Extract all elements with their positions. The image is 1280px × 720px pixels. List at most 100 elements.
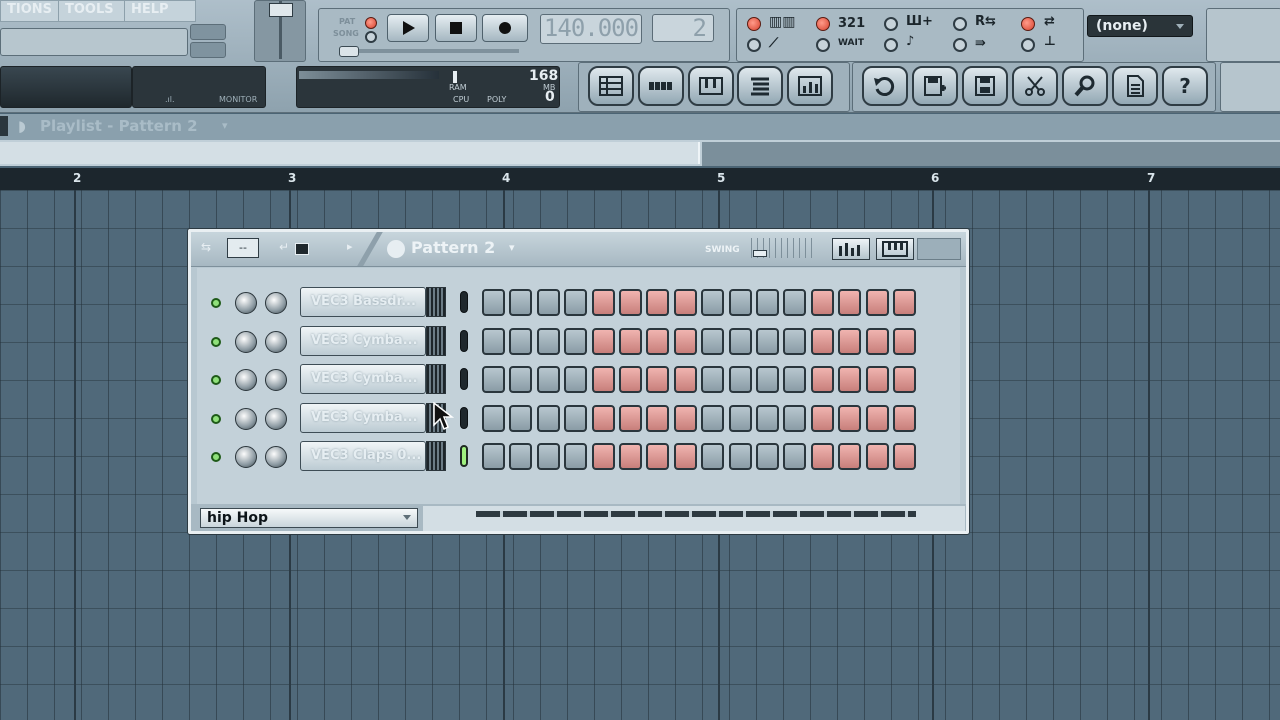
step-scroll-indicator[interactable] [476,511,916,517]
keyboard-view-button[interactable] [876,238,914,260]
step-button[interactable] [865,443,889,470]
step-edit-led[interactable] [884,17,898,31]
step-button[interactable] [536,404,560,432]
expand-arrow-icon[interactable]: ▸ [347,240,353,253]
playlist-scroll-track[interactable] [702,142,1280,166]
channel-volume-knob[interactable] [265,446,287,468]
step-button[interactable] [838,443,862,470]
step-button[interactable] [646,289,670,316]
step-button[interactable] [701,327,725,355]
step-button[interactable] [701,404,725,432]
playlist-menu-arrow[interactable]: ◗ [18,116,26,136]
note-led[interactable] [884,38,898,52]
step-button[interactable] [482,443,505,470]
step-button[interactable] [810,327,834,355]
small-toggle-2[interactable] [190,42,226,58]
overdub-led[interactable] [1021,38,1035,52]
step-button[interactable] [673,327,697,355]
step-button[interactable] [646,404,670,432]
position-handle[interactable] [339,46,359,57]
small-toggle[interactable] [190,24,226,40]
step-sequencer-header[interactable]: ⇆ -- ↵ ▸ Pattern 2 ▾ SWING [191,232,966,267]
tempo-display[interactable]: 140.000 [540,14,642,44]
step-button[interactable] [536,443,560,470]
step-button[interactable] [509,366,533,393]
step-button[interactable] [783,327,807,355]
step-button[interactable] [619,366,642,393]
step-button[interactable] [756,404,779,432]
step-button[interactable] [756,443,779,470]
step-button[interactable] [509,404,533,432]
step-button[interactable] [673,443,697,470]
pattern-number-display[interactable]: 2 [652,14,714,42]
step-button[interactable] [756,289,779,316]
step-button[interactable] [509,327,533,355]
step-button[interactable] [728,366,752,393]
blend-led[interactable] [1021,17,1035,31]
step-button[interactable] [673,404,697,432]
step-button[interactable] [536,327,560,355]
step-button[interactable] [564,443,588,470]
multilink-led[interactable] [953,38,967,52]
step-button[interactable] [783,443,807,470]
step-button[interactable] [756,366,779,393]
channel-volume-knob[interactable] [265,407,287,430]
stop-button[interactable] [435,14,477,42]
menu-options[interactable]: TIONS [0,0,66,22]
channel-volume-knob[interactable] [265,292,287,314]
playlist-ruler[interactable]: 2 3 4 5 6 7 [0,168,1280,190]
step-button[interactable] [509,443,533,470]
stop-small-icon[interactable] [295,243,309,255]
mixer-button[interactable] [787,66,833,106]
save-button[interactable] [962,66,1008,106]
step-button[interactable] [865,289,889,316]
step-button[interactable] [701,289,725,316]
snap-select[interactable]: (none) [1087,15,1193,37]
countdown-led[interactable] [816,17,830,31]
help-button[interactable]: ? [1162,66,1208,106]
step-button[interactable] [728,443,752,470]
graph-view-button[interactable] [832,238,870,260]
step-button[interactable] [810,366,834,393]
channel-mute-led[interactable] [211,375,221,385]
channel-name-button[interactable]: VEC3 Claps 0... [300,441,426,471]
zoom-button[interactable] [1062,66,1108,106]
window-arrow-icon[interactable]: ⇆ [201,240,211,254]
channel-select-indicator[interactable] [460,406,468,429]
channel-mute-led[interactable] [211,336,221,347]
step-button[interactable] [893,366,916,393]
step-button[interactable] [728,289,752,316]
browser-button[interactable] [737,66,783,106]
step-button[interactable] [482,289,505,316]
step-button[interactable] [893,327,916,355]
step-button[interactable] [482,327,505,355]
step-button[interactable] [728,404,752,432]
undo-button[interactable] [862,66,908,106]
channel-mute-led[interactable] [211,452,221,462]
song-mode-led[interactable] [365,31,377,43]
step-button[interactable] [701,366,725,393]
channel-name-button[interactable]: VEC3 Bassdr... [300,287,426,317]
step-button[interactable] [591,327,615,355]
menu-help[interactable]: HELP [124,0,196,22]
channel-grip[interactable] [426,325,446,356]
channel-pan-knob[interactable] [235,446,257,468]
channel-volume-knob[interactable] [265,330,287,353]
channel-pan-knob[interactable] [235,292,257,314]
step-button[interactable] [536,366,560,393]
save-as-button[interactable] [912,66,958,106]
step-button[interactable] [838,404,862,432]
step-button[interactable] [893,443,916,470]
channel-grip[interactable] [426,441,446,471]
step-button[interactable] [756,327,779,355]
step-button[interactable] [810,289,834,316]
step-button[interactable] [646,366,670,393]
step-button[interactable] [591,366,615,393]
step-button[interactable] [865,404,889,432]
play-button[interactable] [387,14,429,42]
channel-select-indicator[interactable] [460,291,468,313]
channel-name-button[interactable]: VEC3 Cymba... [300,325,426,356]
step-button[interactable] [536,289,560,316]
step-button[interactable] [591,443,615,470]
step-button[interactable] [838,366,862,393]
